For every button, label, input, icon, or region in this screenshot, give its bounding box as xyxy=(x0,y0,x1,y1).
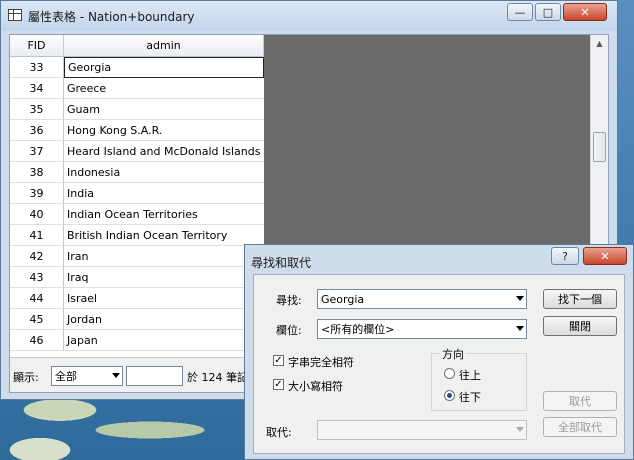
display-select[interactable]: 全部 xyxy=(51,366,123,386)
column-header-fid[interactable]: FID xyxy=(10,35,64,57)
fid-cell: 42 xyxy=(10,246,64,267)
close-button[interactable]: ✕ xyxy=(563,3,607,21)
table-row[interactable]: 44 Israel xyxy=(10,288,264,309)
display-select-value: 全部 xyxy=(55,370,77,383)
table-row[interactable]: 34 Greece xyxy=(10,78,264,99)
direction-up-radio[interactable] xyxy=(444,368,455,379)
find-input[interactable]: Georgia xyxy=(317,289,527,309)
find-replace-dialog: 尋找和取代 ? ✕ 尋找: Georgia 找下一個 欄位: <所有的欄位> 關… xyxy=(244,244,634,460)
replace-label: 取代: xyxy=(266,426,292,439)
dialog-body: 尋找: Georgia 找下一個 欄位: <所有的欄位> 關閉 ✓ 字串完全相符… xyxy=(253,274,625,454)
admin-cell[interactable]: Jordan xyxy=(64,309,264,330)
fid-cell: 34 xyxy=(10,78,64,99)
scroll-up-icon[interactable]: ▲ xyxy=(591,35,608,52)
field-label: 欄位: xyxy=(276,324,302,337)
column-header-admin[interactable]: admin xyxy=(64,35,264,57)
admin-cell[interactable]: Japan xyxy=(64,330,264,351)
direction-down-radio[interactable] xyxy=(444,390,455,401)
fid-cell: 45 xyxy=(10,309,64,330)
table-row[interactable]: 40 Indian Ocean Territories xyxy=(10,204,264,225)
fid-cell: 38 xyxy=(10,162,64,183)
admin-cell[interactable]: Indian Ocean Territories xyxy=(64,204,264,225)
find-input-value: Georgia xyxy=(321,292,365,306)
admin-cell[interactable]: Iran xyxy=(64,246,264,267)
admin-cell[interactable]: Hong Kong S.A.R. xyxy=(64,120,264,141)
minimize-button[interactable]: — xyxy=(507,3,533,21)
admin-cell[interactable]: Greece xyxy=(64,78,264,99)
match-case-checkbox[interactable]: ✓ xyxy=(273,379,284,390)
replace-button[interactable]: 取代 xyxy=(543,391,617,411)
find-next-button[interactable]: 找下一個 xyxy=(543,289,617,309)
dialog-close-button[interactable]: ✕ xyxy=(583,247,627,265)
match-case-label: 大小寫相符 xyxy=(288,380,343,393)
fid-cell: 40 xyxy=(10,204,64,225)
table-icon xyxy=(8,9,22,21)
table-row[interactable]: 43 Iraq xyxy=(10,267,264,288)
help-button[interactable]: ? xyxy=(551,247,579,265)
table-row[interactable]: 38 Indonesia xyxy=(10,162,264,183)
fid-cell: 35 xyxy=(10,99,64,120)
find-label: 尋找: xyxy=(276,294,302,307)
table-row[interactable]: 45 Jordan xyxy=(10,309,264,330)
table-row[interactable]: 36 Hong Kong S.A.R. xyxy=(10,120,264,141)
chevron-down-icon xyxy=(516,296,524,301)
fid-cell: 44 xyxy=(10,288,64,309)
fid-cell: 46 xyxy=(10,330,64,351)
replace-all-button[interactable]: 全部取代 xyxy=(543,417,617,437)
direction-down-label: 往下 xyxy=(459,391,481,404)
replace-input[interactable] xyxy=(317,420,527,440)
display-label: 顯示: xyxy=(13,371,39,384)
admin-cell[interactable]: British Indian Ocean Territory xyxy=(64,225,264,246)
admin-cell[interactable]: Indonesia xyxy=(64,162,264,183)
table-row[interactable]: 46 Japan xyxy=(10,330,264,351)
table-row[interactable]: 33 Georgia xyxy=(10,57,264,78)
record-number-input[interactable] xyxy=(126,366,183,386)
table-row[interactable]: 41 British Indian Ocean Territory xyxy=(10,225,264,246)
dialog-title: 尋找和取代 xyxy=(251,256,312,270)
fid-cell: 33 xyxy=(10,57,64,78)
direction-up-label: 往上 xyxy=(459,369,481,382)
fid-cell: 39 xyxy=(10,183,64,204)
fid-cell: 36 xyxy=(10,120,64,141)
table-row[interactable]: 37 Heard Island and McDonald Islands xyxy=(10,141,264,162)
fid-cell: 41 xyxy=(10,225,64,246)
window-title: 屬性表格 - Nation+boundary xyxy=(28,10,195,24)
field-select[interactable]: <所有的欄位> xyxy=(317,319,527,339)
fid-cell: 37 xyxy=(10,141,64,162)
table-row[interactable]: 39 India xyxy=(10,183,264,204)
direction-label: 方向 xyxy=(440,346,466,362)
close-dialog-button[interactable]: 關閉 xyxy=(543,316,617,336)
record-count-text: 於 124 筆記 xyxy=(187,371,248,384)
title-bar[interactable]: 屬性表格 - Nation+boundary — □ ✕ xyxy=(1,1,617,31)
admin-cell[interactable]: Georgia xyxy=(64,57,264,78)
attribute-grid[interactable]: FID admin 33 Georgia 34 Greece 35 Guam 36 Ho… xyxy=(10,35,264,357)
match-whole-label: 字串完全相符 xyxy=(288,356,354,369)
field-select-value: <所有的欄位> xyxy=(321,323,395,336)
admin-cell[interactable]: India xyxy=(64,183,264,204)
admin-cell[interactable]: Israel xyxy=(64,288,264,309)
chevron-down-icon xyxy=(112,373,120,378)
match-whole-checkbox[interactable]: ✓ xyxy=(273,355,284,366)
admin-cell[interactable]: Guam xyxy=(64,99,264,120)
chevron-down-icon xyxy=(516,427,524,432)
admin-cell[interactable]: Heard Island and McDonald Islands xyxy=(64,141,264,162)
fid-cell: 43 xyxy=(10,267,64,288)
table-row[interactable]: 35 Guam xyxy=(10,99,264,120)
table-row[interactable]: 42 Iran xyxy=(10,246,264,267)
chevron-down-icon xyxy=(516,326,524,331)
admin-cell[interactable]: Iraq xyxy=(64,267,264,288)
scroll-thumb[interactable] xyxy=(593,132,606,162)
maximize-button[interactable]: □ xyxy=(535,3,561,21)
